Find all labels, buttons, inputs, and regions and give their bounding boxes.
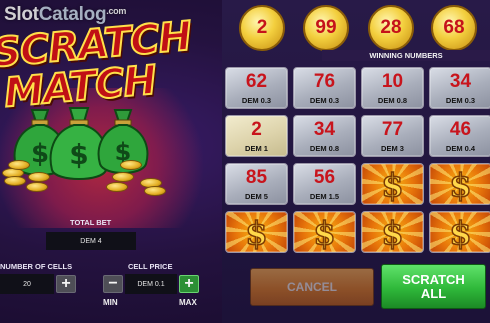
total-bet-value: DEM 4 [46,232,136,250]
cells-plus-button[interactable]: + [56,275,76,293]
scratch-cell[interactable]: 56 DEM 1.5 [293,163,356,205]
max-label[interactable]: MAX [179,298,197,307]
right-panel: 2 99 28 68 WINNING NUMBERS 62 DEM 0.3 76 DE… [222,0,490,323]
cell-number: 46 [449,119,472,140]
cell-prize: DEM 3 [381,144,404,153]
cell-prize: DEM 1.5 [309,192,340,201]
cell-prize: DEM 0.8 [377,96,408,105]
dollar-icon: $ [245,213,269,252]
cell-number: 2 [251,119,262,140]
cell-price-label: CELL PRICE [128,262,173,271]
gold-coin-icon [144,186,166,196]
watermark-slot: Slot [4,4,39,25]
scratch-cell[interactable]: 34 DEM 0.3 [429,67,490,109]
scratch-cell-hidden[interactable]: $ [361,163,424,205]
cell-prize: DEM 0.8 [309,144,340,153]
cancel-button[interactable]: CANCEL [250,268,374,306]
cell-number: 77 [381,119,404,140]
scratch-cell[interactable]: 10 DEM 0.8 [361,67,424,109]
cell-number: 85 [245,167,268,188]
cell-price-value: DEM 0.1 [125,274,177,294]
left-panel: SCRATCH MATCH SlotCatalog.com $ $ $ TOTA… [0,0,222,323]
plus-icon: + [184,275,194,292]
winning-number-ball: 2 [239,5,285,51]
price-minus-button[interactable]: − [103,275,123,293]
total-bet-label: TOTAL BET [70,218,112,227]
gold-coin-icon [8,160,30,170]
watermark-suffix: .com [106,6,127,16]
cell-number: 10 [381,71,404,92]
cell-prize: DEM 0.3 [309,96,340,105]
scratch-cell-hidden[interactable]: $ [429,211,490,253]
gold-coin-icon [4,176,26,186]
gold-coin-icon [28,172,50,182]
dollar-icon: $ [381,213,405,252]
gold-coin-icon [26,182,48,192]
winning-number-ball: 99 [303,5,349,51]
price-plus-button[interactable]: + [179,275,199,293]
min-label[interactable]: MIN [103,298,118,307]
scratch-cell-hidden[interactable]: $ [225,211,288,253]
cell-number: 76 [313,71,336,92]
cell-prize: DEM 1 [245,144,268,153]
cell-prize: DEM 5 [245,192,268,201]
cell-number: 34 [313,119,336,140]
gold-coin-icon [106,182,128,192]
svg-text:$: $ [69,138,88,171]
winning-number-ball: 28 [368,5,414,51]
gold-coin-icon [120,160,142,170]
scratch-cell[interactable]: 77 DEM 3 [361,115,424,157]
scratch-all-line1: SCRATCH [402,271,465,287]
winning-number-ball: 68 [431,5,477,51]
plus-icon: + [61,275,71,292]
scratch-cell-hidden[interactable]: $ [293,211,356,253]
dollar-icon: $ [449,213,473,252]
cell-prize: DEM 0.4 [445,144,476,153]
winning-numbers-label: WINNING NUMBERS [322,50,490,61]
watermark: SlotCatalog.com [4,4,126,26]
scratch-cell[interactable]: 46 DEM 0.4 [429,115,490,157]
gold-coin-icon [112,172,134,182]
cell-number: 34 [449,71,472,92]
scratch-cell-hidden[interactable]: $ [361,211,424,253]
dollar-icon: $ [449,165,473,204]
dollar-icon: $ [313,213,337,252]
number-of-cells-label: NUMBER OF CELLS [0,262,73,271]
cell-prize: DEM 0.3 [241,96,272,105]
minus-icon: − [108,275,118,292]
scratch-cell[interactable]: 85 DEM 5 [225,163,288,205]
scratch-cell[interactable]: 2 DEM 1 [225,115,288,157]
scratch-cell[interactable]: 34 DEM 0.8 [293,115,356,157]
scratch-cell[interactable]: 76 DEM 0.3 [293,67,356,109]
number-of-cells-value: 20 [0,274,54,294]
cell-number: 62 [245,71,268,92]
scratch-cell-hidden[interactable]: $ [429,163,490,205]
scratch-cell[interactable]: 62 DEM 0.3 [225,67,288,109]
game-screen: SCRATCH MATCH SlotCatalog.com $ $ $ TOTA… [0,0,490,323]
cell-number: 56 [313,167,336,188]
scratch-all-line2: ALL [420,285,447,301]
scratch-all-button[interactable]: SCRATCH ALL [381,264,486,309]
dollar-icon: $ [381,165,405,204]
watermark-catalog: Catalog [38,4,107,25]
cell-prize: DEM 0.3 [445,96,476,105]
